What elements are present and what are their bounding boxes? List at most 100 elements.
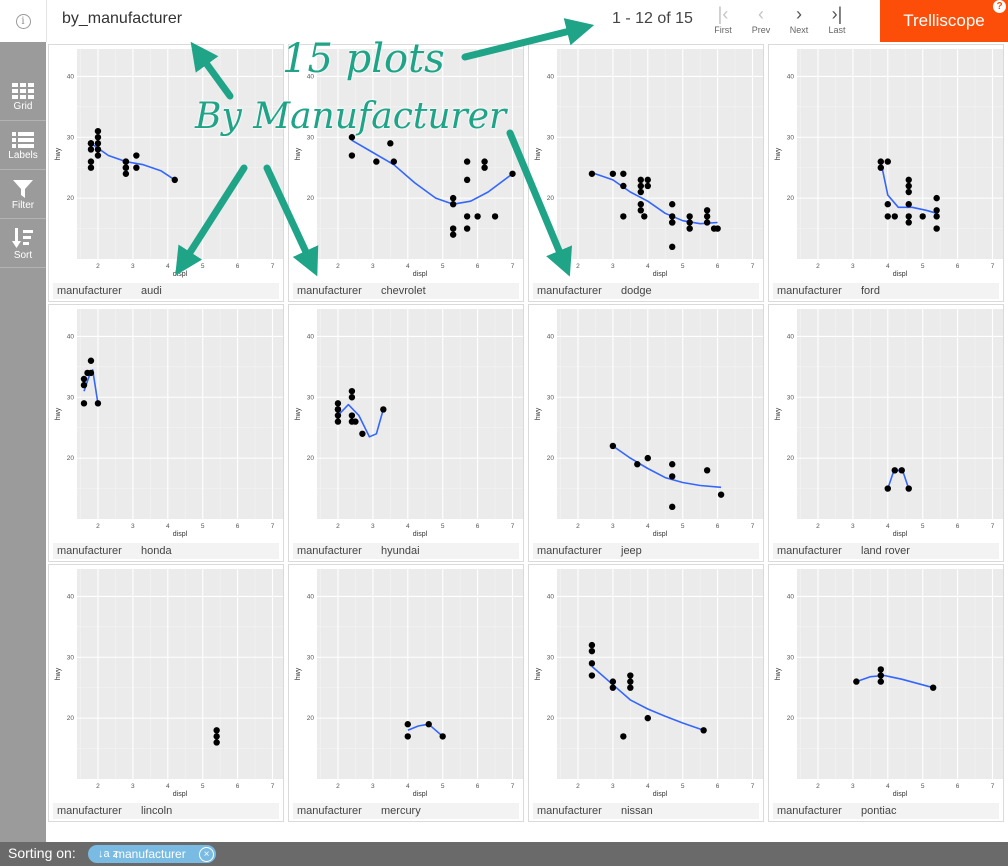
x-tick-label: 7 — [991, 783, 995, 790]
pagination-text: 1 - 12 of 15 — [612, 10, 693, 27]
panel-mercury[interactable]: 2 3 4 5 6 7 20 30 40 displ hwy manufacturer mercury — [288, 564, 524, 822]
x-tick-label: 5 — [921, 523, 925, 530]
panel-label: manufacturer chevrolet — [293, 283, 519, 299]
panel-nissan[interactable]: 2 3 4 5 6 7 20 30 40 displ hwy manufacturer nissan — [528, 564, 764, 822]
data-point — [84, 369, 91, 377]
y-axis-label: hwy — [535, 407, 542, 420]
x-axis-label: displ — [653, 271, 668, 278]
panel-label-key: manufacturer — [537, 285, 602, 297]
panel-label-value: land rover — [861, 545, 910, 557]
panel-dodge[interactable]: 2 3 4 5 6 7 20 30 40 displ hwy manufacturer dodge — [528, 44, 764, 302]
close-icon[interactable]: × — [199, 847, 214, 862]
panel-plot: 2 3 4 5 6 7 20 30 40 displ hwy — [295, 309, 523, 538]
data-point — [637, 201, 644, 208]
data-point — [359, 430, 366, 437]
sidebar-item-labels[interactable]: Labels — [0, 123, 46, 170]
panel-label: manufacturer hyundai — [293, 543, 519, 559]
x-tick-label: 4 — [406, 783, 410, 790]
y-tick-label: 30 — [787, 394, 795, 401]
y-tick-label: 30 — [787, 134, 795, 141]
y-tick-label: 40 — [547, 593, 555, 600]
panel-hyundai[interactable]: 2 3 4 5 6 7 20 30 40 displ hwy manufacturer hyundai — [288, 304, 524, 562]
sidebar-item-filter[interactable]: Filter — [0, 172, 46, 219]
first-page-icon: |‹ — [717, 4, 729, 24]
x-tick-label: 6 — [716, 263, 720, 270]
header-bar: i by_manufacturer 1 - 12 of 15 |‹ First … — [0, 0, 1008, 43]
sort-chip-label: manufacturer — [115, 847, 186, 861]
panel-label: manufacturer mercury — [293, 803, 519, 819]
x-axis-label: displ — [173, 531, 188, 538]
prev-page-button[interactable]: ‹ Prev — [742, 3, 780, 41]
panel-label: manufacturer honda — [53, 543, 279, 559]
data-point — [352, 418, 359, 425]
panel-label: manufacturer audi — [53, 283, 279, 299]
x-tick-label: 3 — [371, 783, 375, 790]
y-tick-label: 40 — [547, 333, 555, 340]
panel-chevrolet[interactable]: 2 3 4 5 6 7 20 30 40 displ hwy manufacturer chevrole… — [288, 44, 524, 302]
y-tick-label: 40 — [787, 73, 795, 80]
data-point — [700, 727, 707, 734]
data-point — [449, 231, 457, 238]
x-axis-label: displ — [413, 271, 428, 278]
data-point — [213, 733, 220, 740]
panel-audi[interactable]: 2 3 4 5 6 7 20 30 40 displ hwy manufacturer audi — [48, 44, 284, 302]
x-tick-label: 7 — [751, 523, 755, 530]
x-tick-label: 2 — [96, 523, 100, 530]
y-axis-label: hwy — [55, 667, 62, 680]
sort-chip[interactable]: ↓a z manufacturer × — [88, 845, 216, 863]
first-page-button[interactable]: |‹ First — [704, 3, 742, 41]
panel-jeep[interactable]: 2 3 4 5 6 7 20 30 40 displ hwy manufacturer jeep — [528, 304, 764, 562]
y-tick-label: 40 — [307, 593, 315, 600]
x-tick-label: 7 — [271, 783, 275, 790]
x-tick-label: 7 — [751, 783, 755, 790]
data-point — [122, 158, 130, 165]
y-tick-label: 40 — [307, 73, 315, 80]
app-brand[interactable]: Trelliscope ? — [880, 0, 1008, 42]
data-point — [122, 170, 130, 177]
y-axis-label: hwy — [55, 407, 62, 420]
data-point — [669, 201, 676, 208]
last-page-button[interactable]: ›| Last — [818, 3, 856, 41]
info-button[interactable]: i — [0, 0, 47, 42]
panel-label: manufacturer land rover — [773, 543, 999, 559]
data-point — [905, 219, 912, 226]
panel-ford[interactable]: 2 3 4 5 6 7 20 30 40 displ hwy manufacturer ford — [768, 44, 1004, 302]
data-point — [703, 207, 711, 214]
data-point — [686, 213, 693, 220]
sidebar-item-sort[interactable]: Sort — [0, 221, 46, 268]
data-point — [404, 721, 411, 728]
panel-pontiac[interactable]: 2 3 4 5 6 7 20 30 40 displ hwy manufacturer pontiac — [768, 564, 1004, 822]
x-tick-label: 7 — [511, 263, 515, 270]
panel-label: manufacturer jeep — [533, 543, 759, 559]
panel-label-key: manufacturer — [297, 285, 362, 297]
y-tick-label: 30 — [307, 394, 315, 401]
panel-label-value: audi — [141, 285, 162, 297]
panel-lincoln[interactable]: 2 3 4 5 6 7 20 30 40 displ hwy manufacturer lincoln — [48, 564, 284, 822]
panel-label-key: manufacturer — [777, 545, 842, 557]
data-point — [348, 394, 356, 401]
data-point — [891, 467, 898, 474]
y-tick-label: 30 — [67, 654, 75, 661]
help-icon[interactable]: ? — [993, 0, 1006, 13]
panel-label-key: manufacturer — [297, 805, 362, 817]
x-tick-label: 7 — [271, 263, 275, 270]
x-tick-label: 6 — [956, 523, 960, 530]
panel-label-value: ford — [861, 285, 880, 297]
data-point — [905, 188, 912, 196]
x-tick-label: 7 — [271, 523, 275, 530]
panel-label-key: manufacturer — [297, 545, 362, 557]
next-page-button[interactable]: › Next — [780, 3, 818, 41]
data-point — [404, 733, 411, 740]
panel-plot: 2 3 4 5 6 7 20 30 40 displ hwy — [535, 49, 763, 278]
data-point — [373, 158, 380, 165]
data-point — [348, 152, 356, 159]
data-point — [933, 207, 940, 214]
y-tick-label: 30 — [307, 134, 315, 141]
data-point — [884, 213, 891, 220]
chevron-right-icon: › — [796, 4, 802, 24]
panel-honda[interactable]: 2 3 4 5 6 7 20 30 40 displ hwy manufacturer honda — [48, 304, 284, 562]
data-point — [669, 503, 676, 511]
x-tick-label: 5 — [681, 263, 685, 270]
panel-land-rover[interactable]: 2 3 4 5 6 7 20 30 40 displ hwy manufacturer land rov… — [768, 304, 1004, 562]
sidebar-item-grid[interactable]: Grid — [0, 74, 46, 121]
